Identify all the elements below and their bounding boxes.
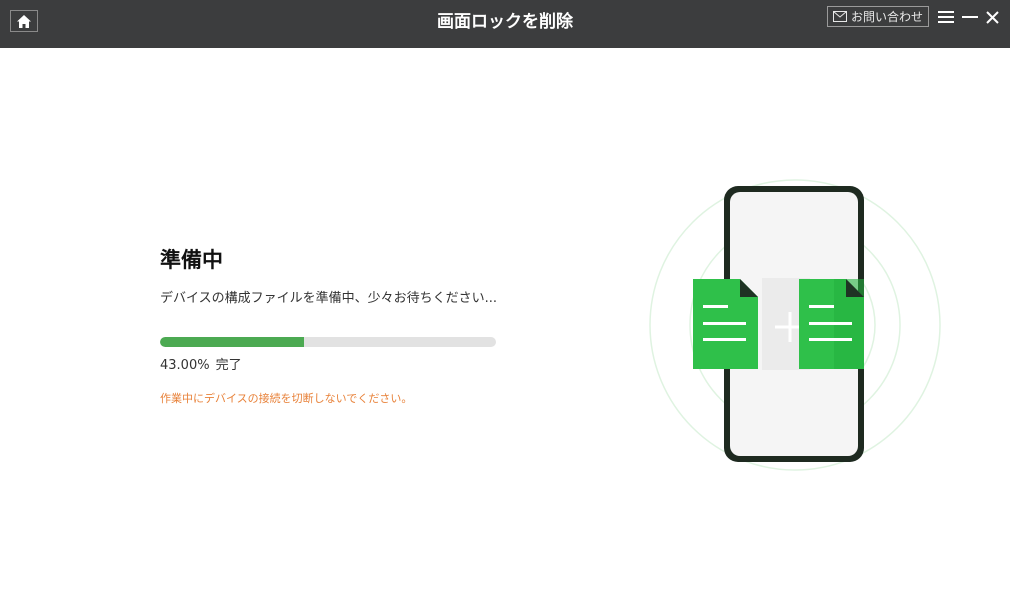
contact-button[interactable]: お問い合わせ [827,6,929,27]
progress-suffix: 完了 [215,358,242,373]
contact-label: お問い合わせ [850,10,923,24]
phone-transfer-illustration [649,179,941,471]
menu-icon [938,11,954,23]
status-title: 準備中 [160,248,223,272]
close-icon [985,10,999,24]
menu-button[interactable] [937,8,955,26]
close-button[interactable] [983,8,1001,26]
file-icon-left [693,279,758,369]
progress-percent: 43.00% [160,358,210,373]
minimize-button[interactable] [961,8,979,26]
mail-icon [832,11,847,22]
progress-bar [160,337,496,347]
progress-text: 43.00% 完了 [160,354,248,373]
minimize-icon [962,16,978,18]
status-description: デバイスの構成ファイルを準備中、少々お待ちください... [160,291,498,306]
progress-bar-fill [160,337,305,347]
file-icon-right [799,279,864,369]
disconnect-warning: 作業中にデバイスの接続を切断しないでください。 [160,392,413,405]
title-bar: 画面ロックを削除 お問い合わせ [0,0,1010,48]
